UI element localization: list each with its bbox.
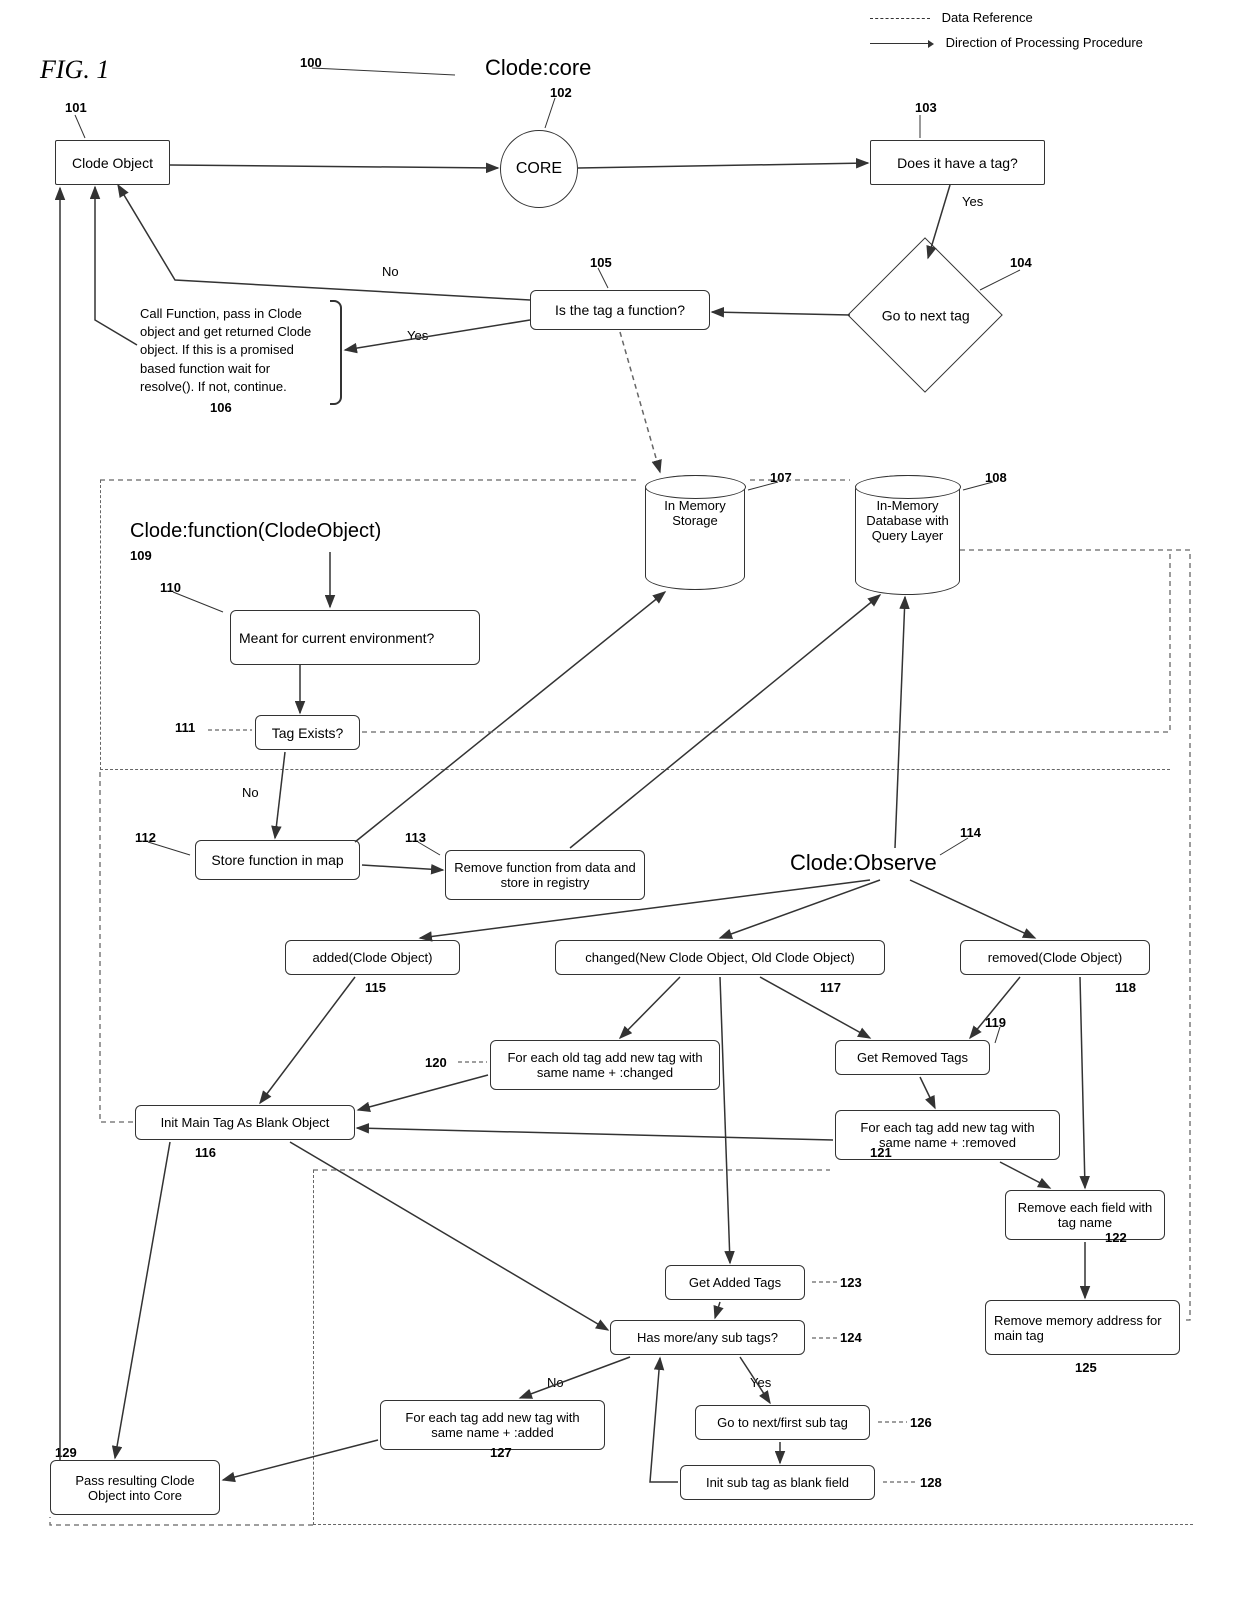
node-changed: changed(New Clode Object, Old Clode Obje… [555, 940, 885, 975]
title-function: Clode:function(ClodeObject) [130, 520, 381, 543]
ref-116: 116 [195, 1145, 216, 1160]
ref-109: 109 [130, 548, 152, 563]
node-tag-exists: Tag Exists? [255, 715, 360, 750]
ref-114: 114 [960, 825, 981, 840]
ref-118: 118 [1115, 980, 1136, 995]
node-remove-func: Remove function from data and store in r… [445, 850, 645, 900]
ref-115: 115 [365, 980, 386, 995]
node-clode-object: Clode Object [55, 140, 170, 185]
node-has-tag: Does it have a tag? [870, 140, 1045, 185]
ref-105: 105 [590, 255, 612, 270]
node-is-function: Is the tag a function? [530, 290, 710, 330]
edge-yes-1: Yes [960, 194, 985, 209]
node-each-removed: For each tag add new tag with same name … [835, 1110, 1060, 1160]
legend-proc-dir: Direction of Processing Procedure [870, 35, 1143, 50]
ref-110: 110 [160, 580, 181, 595]
callout-brace [330, 300, 342, 405]
ref-111: 111 [175, 720, 195, 735]
ref-121: 121 [870, 1145, 892, 1160]
node-core: CORE [500, 130, 578, 208]
legend-data-ref: Data Reference [870, 10, 1033, 25]
edge-no-2: No [240, 785, 261, 800]
ref-119: 119 [985, 1015, 1006, 1030]
node-meant-env: Meant for current environment? [230, 610, 480, 665]
ref-103: 103 [915, 100, 937, 115]
ref-113: 113 [405, 830, 426, 845]
ref-120: 120 [425, 1055, 447, 1070]
node-added: added(Clode Object) [285, 940, 460, 975]
node-init-main: Init Main Tag As Blank Object [135, 1105, 355, 1140]
edge-yes-3: Yes [748, 1375, 773, 1390]
ref-100: 100 [300, 55, 322, 70]
edge-no-1: No [380, 264, 401, 279]
ref-112: 112 [135, 830, 156, 845]
node-each-old: For each old tag add new tag with same n… [490, 1040, 720, 1090]
node-pass-result: Pass resulting Clode Object into Core [50, 1460, 220, 1515]
ref-106: 106 [210, 400, 232, 415]
ref-129: 129 [55, 1445, 77, 1460]
ref-117: 117 [820, 980, 841, 995]
ref-102: 102 [550, 85, 572, 100]
title-observe: Clode:Observe [790, 850, 937, 876]
diagram-canvas: Data Reference Direction of Processing P… [0, 0, 1240, 1605]
edge-yes-2: Yes [405, 328, 430, 343]
edge-no-3: No [545, 1375, 566, 1390]
title-core: Clode:core [485, 55, 591, 81]
ref-101: 101 [65, 100, 87, 115]
region-lower [313, 1170, 1193, 1525]
node-next-tag: Go to next tag [847, 237, 1003, 393]
node-get-removed: Get Removed Tags [835, 1040, 990, 1075]
figure-label: FIG. 1 [40, 55, 109, 85]
callout-106: Call Function, pass in Clode object and … [140, 305, 325, 396]
ref-104: 104 [1010, 255, 1032, 270]
node-store-map: Store function in map [195, 840, 360, 880]
node-removed: removed(Clode Object) [960, 940, 1150, 975]
